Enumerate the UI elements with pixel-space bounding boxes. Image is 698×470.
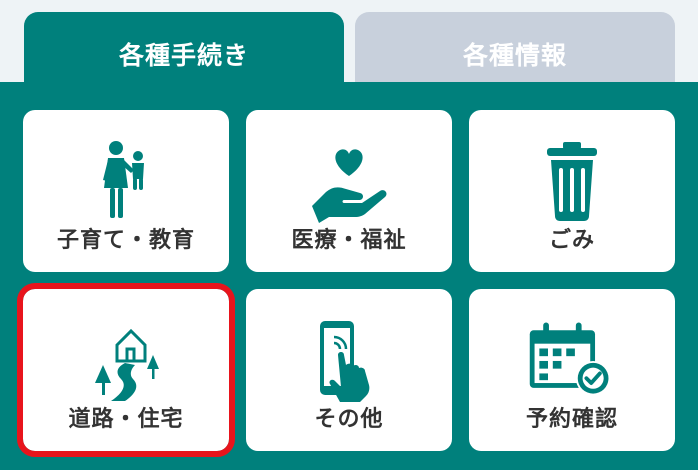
procedures-panel: 子育て・教育 医療・福祉 ごみ 道路・住宅 その他 予約確認: [0, 82, 698, 470]
card-other[interactable]: その他: [246, 289, 452, 451]
trash-can-icon: [524, 136, 620, 226]
card-garbage[interactable]: ごみ: [469, 110, 675, 272]
tab-bar: 各種手続き 各種情報: [0, 0, 698, 86]
card-label: 医療・福祉: [291, 228, 407, 253]
card-childcare-education[interactable]: 子育て・教育: [23, 110, 229, 272]
smartphone-touch-icon: [301, 315, 397, 405]
card-label: 子育て・教育: [56, 228, 195, 253]
heart-hand-icon: [301, 136, 397, 226]
category-grid: 子育て・教育 医療・福祉 ごみ 道路・住宅 その他 予約確認: [17, 110, 675, 457]
calendar-check-icon: [524, 315, 620, 405]
house-road-icon: [78, 315, 174, 405]
tab-procedures[interactable]: 各種手続き: [24, 12, 344, 86]
card-label: 道路・住宅: [68, 407, 184, 432]
card-label: その他: [314, 407, 384, 432]
parent-child-icon: [78, 136, 174, 226]
card-label: 予約確認: [525, 407, 618, 432]
card-medical-welfare[interactable]: 医療・福祉: [246, 110, 452, 272]
tab-information[interactable]: 各種情報: [355, 12, 675, 82]
card-road-housing[interactable]: 道路・住宅: [17, 283, 235, 457]
card-reservation-check[interactable]: 予約確認: [469, 289, 675, 451]
card-label: ごみ: [548, 228, 595, 253]
